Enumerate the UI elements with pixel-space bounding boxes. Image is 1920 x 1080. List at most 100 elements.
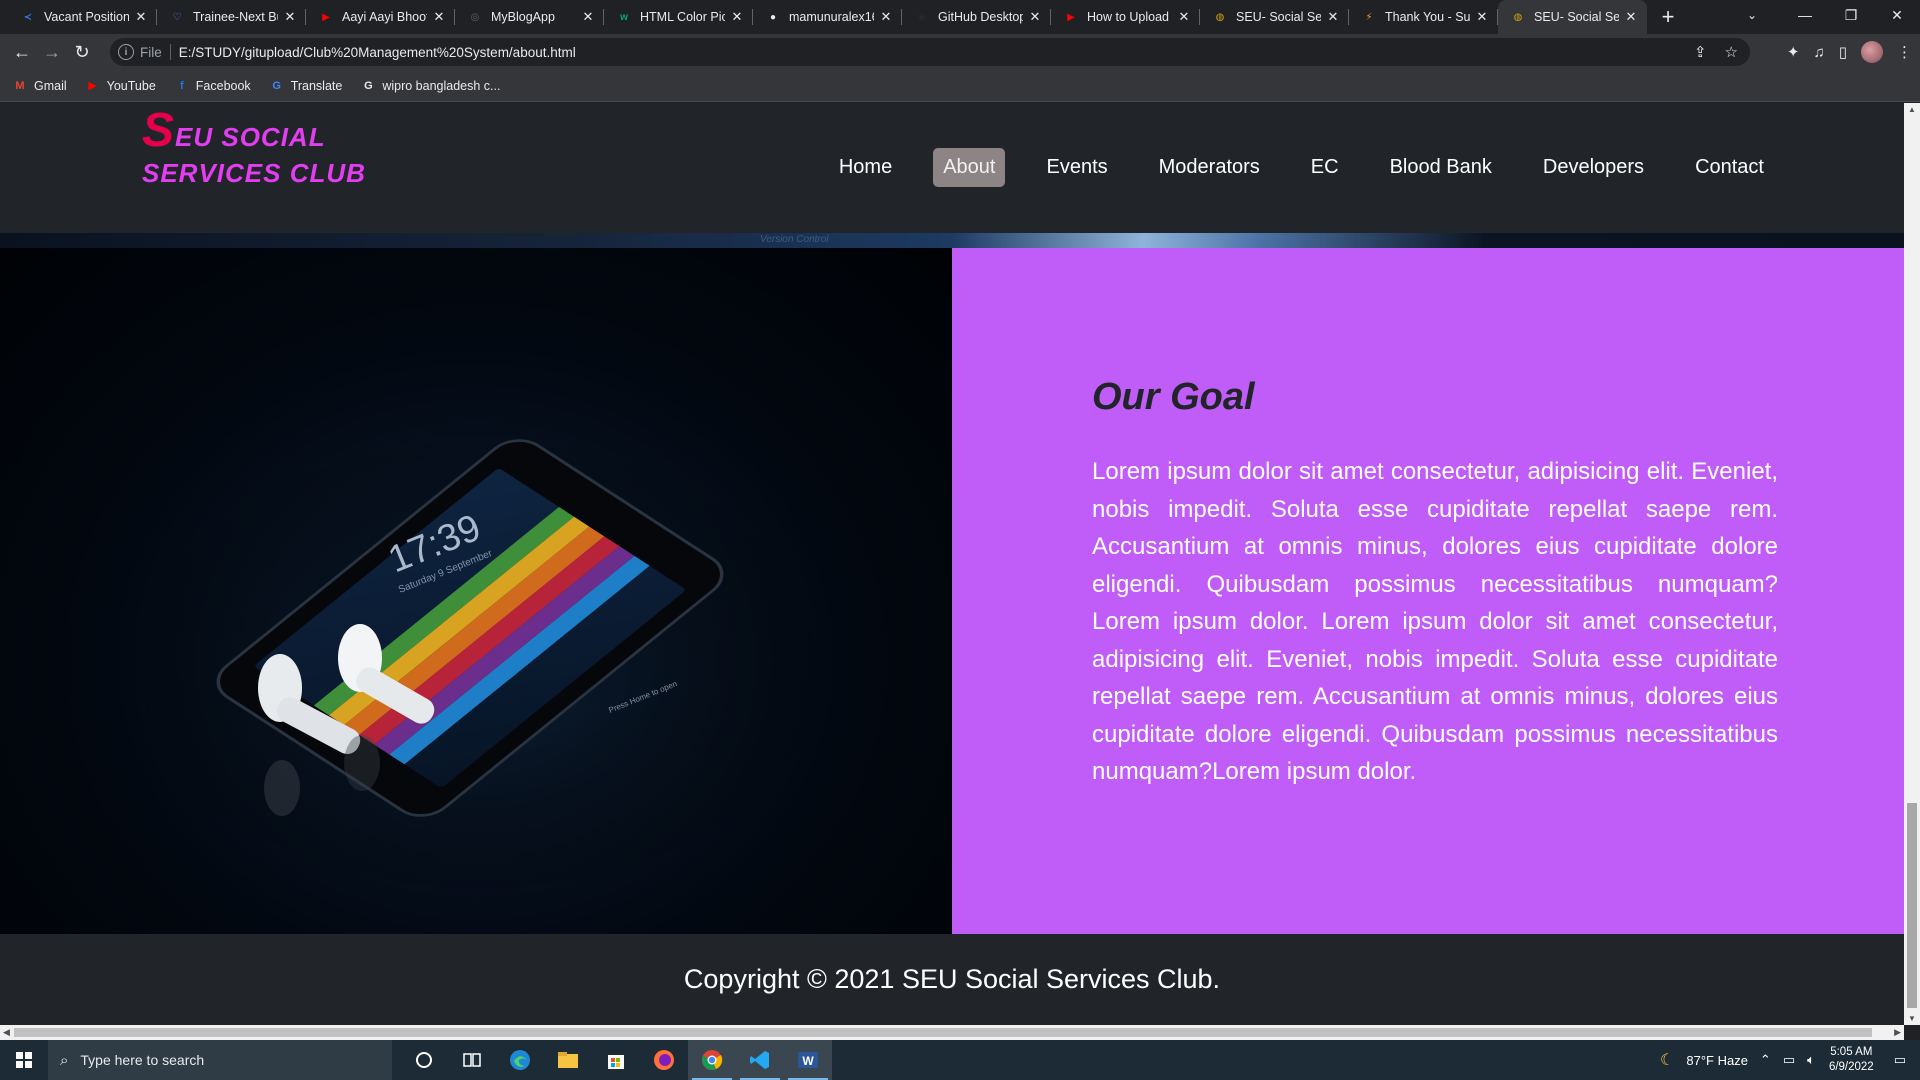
close-tab-icon[interactable]: ✕	[878, 9, 894, 25]
browser-tab[interactable]: ▶ How to Upload ✕	[1051, 0, 1200, 34]
tab-favicon-icon: ▶	[1067, 11, 1075, 23]
tab-favicon-icon: ●	[769, 11, 777, 23]
scroll-down-arrow-icon[interactable]: ▼	[1908, 1014, 1916, 1023]
club-logo[interactable]: SEU SOCIAL SERVICES CLUB	[142, 107, 366, 191]
tab-favicon-icon: ♡	[172, 11, 182, 23]
vertical-scroll-thumb[interactable]	[1907, 803, 1917, 1008]
bookmarks-bar: M Gmail ▶ YouTube f Facebook G Translate Gwipro …	[0, 70, 1920, 102]
media-control-icon[interactable]: ♫	[1813, 44, 1824, 61]
chrome-icon[interactable]	[688, 1040, 736, 1080]
google-icon: G	[364, 79, 373, 92]
tab-search-icon[interactable]: ⌄	[1732, 0, 1772, 30]
bookmark-star-icon[interactable]: ☆	[1725, 43, 1738, 61]
nav-link-about[interactable]: About	[933, 148, 1006, 187]
nav-link-contact[interactable]: Contact	[1685, 148, 1774, 187]
close-tab-icon[interactable]: ✕	[133, 9, 149, 25]
scroll-up-arrow-icon[interactable]: ▲	[1908, 105, 1916, 114]
browser-toolbar: ← → ↻ i File E:/STUDY/gitupload/Club%20M…	[0, 34, 1920, 70]
close-tab-icon[interactable]: ✕	[580, 9, 596, 25]
close-tab-icon[interactable]: ✕	[1474, 9, 1490, 25]
nav-link-home[interactable]: Home	[829, 148, 902, 187]
nav-link-ec[interactable]: EC	[1301, 148, 1349, 187]
minimize-button[interactable]: —	[1782, 0, 1828, 30]
nav-link-moderators[interactable]: Moderators	[1149, 148, 1270, 187]
task-view-icon[interactable]	[448, 1040, 496, 1080]
close-tab-icon[interactable]: ✕	[282, 9, 298, 25]
weather-icon[interactable]: ☾	[1660, 1050, 1674, 1070]
reload-icon[interactable]: ↻	[68, 38, 96, 66]
close-tab-icon[interactable]: ✕	[729, 9, 745, 25]
bookmark-item[interactable]: f Facebook	[174, 78, 251, 94]
logo-line1: EU SOCIAL	[175, 122, 326, 152]
scroll-right-arrow-icon[interactable]: ▶	[1894, 1027, 1901, 1038]
tab-favicon-icon: w	[620, 11, 628, 23]
browser-tab[interactable]: ◉ GitHub Desktop ✕	[902, 0, 1051, 34]
scroll-left-arrow-icon[interactable]: ◀	[3, 1027, 10, 1038]
bookmark-item[interactable]: Gwipro bangladesh c...	[360, 78, 500, 94]
banner-image-strip: Version Control	[0, 233, 1904, 248]
browser-tab[interactable]: ♡ Trainee-Next Bu ✕	[157, 0, 306, 34]
bookmark-label: wipro bangladesh c...	[382, 78, 501, 93]
address-bar[interactable]: i File E:/STUDY/gitupload/Club%20Managem…	[110, 38, 1750, 66]
windows-start-icon[interactable]	[0, 1040, 48, 1080]
nav-link-developers[interactable]: Developers	[1533, 148, 1654, 187]
nav-link-events[interactable]: Events	[1036, 148, 1117, 187]
weather-text[interactable]: 87°F Haze	[1686, 1053, 1748, 1068]
horizontal-scroll-thumb[interactable]	[14, 1028, 1872, 1037]
restore-button[interactable]: ❐	[1828, 0, 1874, 30]
url-text[interactable]: E:/STUDY/gitupload/Club%20Management%20S…	[179, 45, 576, 60]
firefox-icon[interactable]	[640, 1040, 688, 1080]
taskbar-search-placeholder: Type here to search	[80, 1052, 205, 1068]
extensions-icon[interactable]: ✦	[1787, 43, 1800, 61]
phone-earbuds-image: 17:39 Saturday 9 September Press Home to…	[0, 248, 952, 934]
site-info-icon[interactable]: i	[118, 44, 134, 60]
browser-tab[interactable]: w HTML Color Pick ✕	[604, 0, 753, 34]
tab-favicon-icon: ◍	[1215, 11, 1225, 23]
url-scheme: File	[140, 44, 162, 60]
close-tab-icon[interactable]: ✕	[1027, 9, 1043, 25]
menu-icon[interactable]: ⋮	[1897, 43, 1912, 61]
horizontal-scrollbar[interactable]: ◀ ▶	[0, 1025, 1904, 1040]
vertical-scrollbar[interactable]: ▲ ▼	[1904, 103, 1920, 1025]
facebook-icon: f	[179, 79, 184, 92]
taskbar-search-box[interactable]: ⌕ Type here to search	[48, 1040, 392, 1080]
tray-overflow-icon[interactable]: ⌃	[1760, 1052, 1771, 1068]
file-explorer-icon[interactable]	[544, 1040, 592, 1080]
close-tab-icon[interactable]: ✕	[1623, 9, 1639, 25]
main-nav: Home About Events Moderators EC Blood Bank Dev…	[798, 148, 1774, 187]
network-icon[interactable]: ▭	[1783, 1052, 1795, 1068]
browser-tab[interactable]: ▶ Aayi Aayi Bhoot ✕	[306, 0, 455, 34]
forward-icon[interactable]: →	[38, 38, 66, 66]
browser-tab[interactable]: ● mamunuralex16 ✕	[753, 0, 902, 34]
word-icon[interactable]: W	[784, 1040, 832, 1080]
profile-avatar[interactable]	[1861, 41, 1883, 63]
browser-tab[interactable]: ⚡ Thank You - Sub ✕	[1349, 0, 1498, 34]
volume-icon[interactable]: 🔈︎	[1807, 1052, 1815, 1068]
browser-tab[interactable]: ≺ Vacant Positions ✕	[8, 0, 157, 34]
clock[interactable]: 5:05 AM 6/9/2022	[1829, 1045, 1874, 1075]
back-icon[interactable]: ←	[8, 38, 36, 66]
browser-tab[interactable]: ◍ SEU- Social Serv ✕	[1498, 0, 1647, 34]
edge-icon[interactable]	[496, 1040, 544, 1080]
new-tab-button[interactable]: +	[1651, 0, 1685, 34]
close-window-button[interactable]: ✕	[1874, 0, 1920, 30]
bookmark-item[interactable]: M Gmail	[12, 78, 66, 94]
cortana-icon[interactable]	[400, 1040, 448, 1080]
tab-strip: ≺ Vacant Positions ✕ ♡ Trainee-Next Bu ✕ ▶ Aayi…	[0, 0, 1920, 34]
window-controls: — ❐ ✕	[1782, 0, 1920, 30]
tab-title: HTML Color Pick	[640, 10, 725, 24]
side-panel-icon[interactable]: ▯	[1839, 43, 1847, 61]
nav-link-blood-bank[interactable]: Blood Bank	[1380, 148, 1502, 187]
bookmark-item[interactable]: ▶ YouTube	[85, 78, 155, 94]
vscode-icon[interactable]	[736, 1040, 784, 1080]
browser-tab[interactable]: ◎ MyBlogApp ✕	[455, 0, 604, 34]
store-icon[interactable]	[592, 1040, 640, 1080]
bookmark-item[interactable]: G Translate	[269, 78, 342, 94]
browser-tab[interactable]: ◍ SEU- Social Serv ✕	[1200, 0, 1349, 34]
close-tab-icon[interactable]: ✕	[1325, 9, 1341, 25]
share-icon[interactable]: ⇪	[1694, 43, 1707, 61]
close-tab-icon[interactable]: ✕	[431, 9, 447, 25]
tab-favicon-icon: ▶	[322, 11, 330, 23]
close-tab-icon[interactable]: ✕	[1176, 9, 1192, 25]
notification-icon[interactable]: ▭	[1894, 1052, 1906, 1068]
